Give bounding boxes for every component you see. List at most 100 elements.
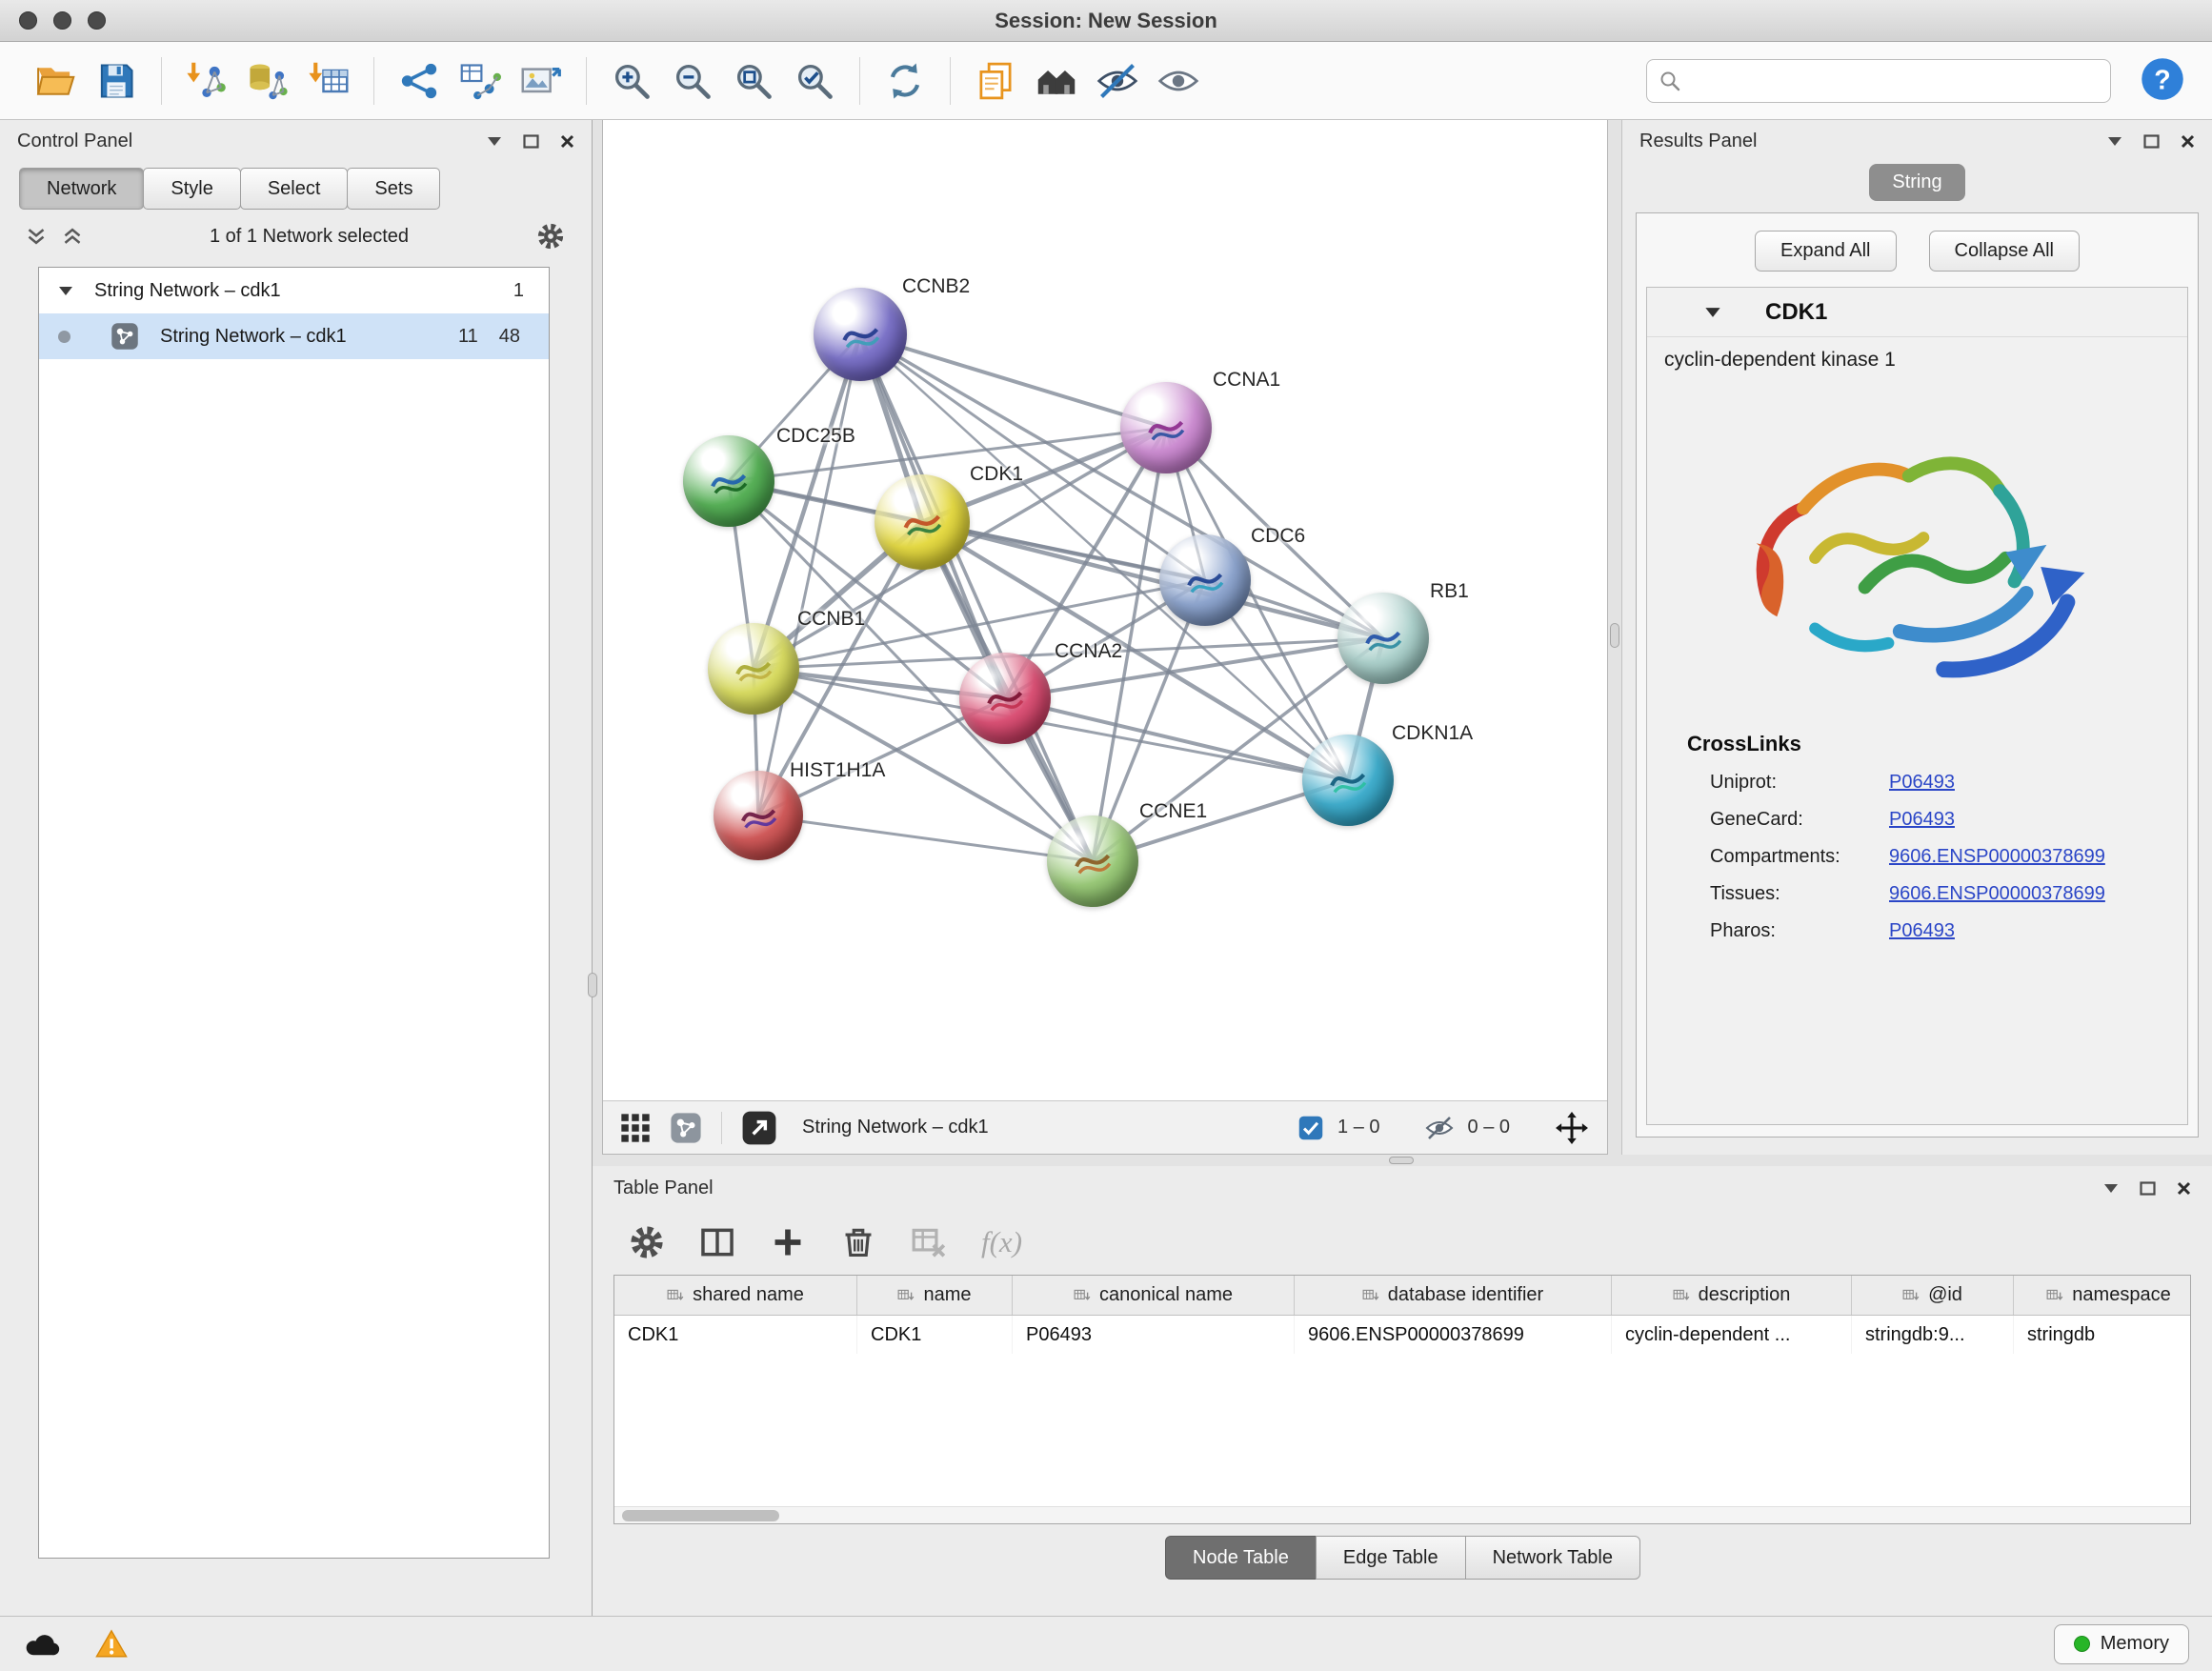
new-network-from-table-button[interactable] (450, 50, 511, 111)
table-horizontal-scrollbar[interactable] (614, 1506, 2190, 1523)
crosslink-row: Compartments:9606.ENSP00000378699 (1647, 838, 2187, 876)
collapse-caret-icon[interactable] (1704, 307, 1721, 318)
tab-network-table[interactable]: Network Table (1465, 1536, 1640, 1580)
window-zoom-button[interactable] (88, 11, 106, 30)
column-header-database-identifier[interactable]: database identifier (1295, 1276, 1612, 1315)
import-network-button[interactable] (176, 50, 237, 111)
panel-close-icon[interactable] (560, 134, 574, 149)
column-header-shared-name[interactable]: shared name (614, 1276, 857, 1315)
function-builder-icon[interactable]: f(x) (981, 1225, 1022, 1259)
zoom-in-button[interactable] (601, 50, 662, 111)
network-node-hist1h1a[interactable] (714, 771, 803, 860)
apply-layout-button[interactable] (875, 50, 935, 111)
collapse-all-button[interactable]: Collapse All (1929, 231, 2081, 272)
selected-checkbox-icon[interactable] (1297, 1115, 1324, 1141)
network-options-gear-icon[interactable] (536, 222, 565, 251)
collapse-all-tree-icon[interactable] (63, 227, 82, 246)
cloud-icon[interactable] (23, 1630, 63, 1659)
network-node-ccnb1[interactable] (708, 623, 799, 715)
crosslink-link[interactable]: P06493 (1889, 920, 1955, 942)
network-node-ccnb2[interactable] (814, 288, 907, 381)
column-header-canonical-name[interactable]: canonical name (1013, 1276, 1295, 1315)
fit-content-icon[interactable] (1554, 1110, 1590, 1146)
copy-document-button[interactable] (965, 50, 1026, 111)
tab-style[interactable]: Style (143, 168, 240, 210)
panel-close-icon[interactable] (2177, 1181, 2191, 1196)
panel-float-icon[interactable] (2140, 1181, 2156, 1196)
network-node-cdc6[interactable] (1159, 534, 1251, 626)
zoom-out-button[interactable] (662, 50, 723, 111)
tab-edge-table[interactable]: Edge Table (1316, 1536, 1466, 1580)
column-header--id[interactable]: @id (1852, 1276, 2014, 1315)
table-row[interactable]: CDK1CDK1P064939606.ENSP00000378699cyclin… (614, 1316, 2190, 1354)
save-session-button[interactable] (86, 50, 147, 111)
network-collection-row[interactable]: String Network – cdk1 1 (39, 268, 549, 313)
crosslink-link[interactable]: 9606.ENSP00000378699 (1889, 846, 2105, 868)
export-network-icon[interactable] (741, 1110, 777, 1146)
tab-string[interactable]: String (1869, 164, 1964, 201)
show-eye-button[interactable] (1148, 50, 1209, 111)
protein-card-header[interactable]: CDK1 (1647, 288, 2187, 337)
hide-glasses-button[interactable] (1087, 50, 1148, 111)
import-database-button[interactable] (237, 50, 298, 111)
tab-node-table[interactable]: Node Table (1165, 1536, 1317, 1580)
delete-table-icon[interactable] (911, 1224, 947, 1260)
add-column-icon[interactable] (770, 1224, 806, 1260)
string-home-button[interactable] (1026, 50, 1087, 111)
zoom-fit-button[interactable] (723, 50, 784, 111)
panel-float-icon[interactable] (2143, 134, 2160, 149)
search-input[interactable] (1691, 70, 2099, 91)
panel-menu-icon[interactable] (2103, 1183, 2119, 1194)
tab-select[interactable]: Select (240, 168, 349, 210)
help-button[interactable]: ? (2138, 56, 2187, 106)
panel-menu-icon[interactable] (487, 136, 502, 147)
splitter-handle[interactable] (1389, 1157, 1414, 1164)
network-node-cdk1[interactable] (875, 474, 970, 570)
column-header-name[interactable]: name (857, 1276, 1013, 1315)
network-node-cdc25b[interactable] (683, 435, 774, 527)
network-row[interactable]: String Network – cdk1 11 48 (39, 313, 549, 359)
scrollbar-thumb[interactable] (622, 1510, 779, 1521)
export-image-button[interactable] (511, 50, 572, 111)
horizontal-splitter[interactable] (593, 1155, 2212, 1166)
network-node-ccna2[interactable] (959, 653, 1051, 744)
table-settings-gear-icon[interactable] (629, 1224, 665, 1260)
search-box[interactable] (1646, 59, 2111, 103)
network-node-ccne1[interactable] (1047, 815, 1138, 907)
splitter-handle[interactable] (1610, 623, 1619, 648)
memory-button[interactable]: Memory (2054, 1624, 2189, 1664)
window-close-button[interactable] (19, 11, 37, 30)
tree-caret-icon[interactable] (58, 286, 73, 296)
open-session-button[interactable] (25, 50, 86, 111)
show-columns-icon[interactable] (699, 1224, 735, 1260)
crosslink-row: Tissues:9606.ENSP00000378699 (1647, 876, 2187, 913)
first-neighbors-button[interactable] (389, 50, 450, 111)
column-header-namespace[interactable]: namespace (2014, 1276, 2191, 1315)
import-table-button[interactable] (298, 50, 359, 111)
vertical-splitter[interactable] (1608, 120, 1621, 1155)
zoom-selected-button[interactable] (784, 50, 845, 111)
right-area: CCNB2CCNA1CDC25BCDK1CDC6RB1CCNB1CCNA2CDK… (593, 120, 2212, 1616)
warning-icon[interactable] (95, 1628, 128, 1661)
hidden-eye-icon[interactable] (1424, 1113, 1455, 1143)
tab-sets[interactable]: Sets (347, 168, 440, 210)
network-node-ccna1[interactable] (1120, 382, 1212, 473)
panel-menu-icon[interactable] (2107, 136, 2122, 147)
grid-view-icon[interactable] (620, 1113, 651, 1143)
crosslink-link[interactable]: P06493 (1889, 809, 1955, 831)
tab-network[interactable]: Network (19, 168, 144, 210)
window-minimize-button[interactable] (53, 11, 71, 30)
network-canvas[interactable]: CCNB2CCNA1CDC25BCDK1CDC6RB1CCNB1CCNA2CDK… (603, 120, 1607, 1100)
share-network-icon[interactable] (670, 1112, 702, 1144)
delete-column-icon[interactable] (840, 1224, 876, 1260)
panel-float-icon[interactable] (523, 134, 539, 149)
control-panel-splitter-handle[interactable] (588, 973, 597, 997)
expand-all-button[interactable]: Expand All (1755, 231, 1897, 272)
column-header-description[interactable]: description (1612, 1276, 1852, 1315)
network-node-rb1[interactable] (1337, 593, 1429, 684)
panel-close-icon[interactable] (2181, 134, 2195, 149)
crosslink-link[interactable]: P06493 (1889, 772, 1955, 794)
network-node-cdkn1a[interactable] (1302, 735, 1394, 826)
expand-all-tree-icon[interactable] (27, 227, 46, 246)
crosslink-link[interactable]: 9606.ENSP00000378699 (1889, 883, 2105, 905)
